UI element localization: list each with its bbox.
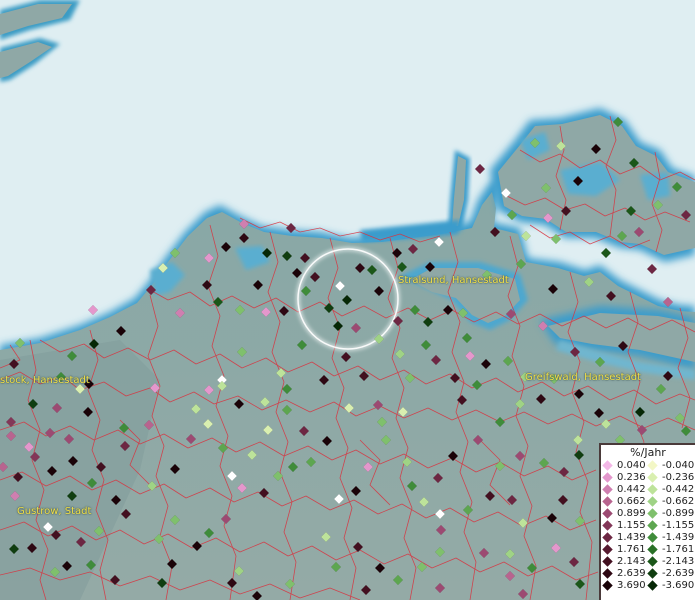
legend-swatch bbox=[647, 580, 658, 591]
legend-row: 0.040 -0.040 bbox=[601, 460, 695, 472]
city-label-greifswald: Greifswald, Hansestadt bbox=[525, 372, 641, 383]
legend-value: 0.040 bbox=[617, 460, 646, 471]
legend-swatch bbox=[647, 532, 658, 543]
legend-row: 1.761 -1.761 bbox=[601, 544, 695, 556]
legend-value: 2.639 bbox=[617, 568, 646, 579]
map-canvas[interactable] bbox=[0, 0, 695, 600]
city-label-guestrow: Gustrow, Stadt bbox=[17, 506, 92, 517]
city-label-stralsund: Stralsund, Hansestadt bbox=[398, 275, 509, 286]
legend-row: 2.143 -2.143 bbox=[601, 556, 695, 568]
legend-title: %/Jahr bbox=[630, 446, 666, 459]
legend-row: 0.442 -0.442 bbox=[601, 484, 695, 496]
legend-row: 0.899 -0.899 bbox=[601, 508, 695, 520]
legend-value: 0.662 bbox=[617, 496, 646, 507]
legend-value: 0.899 bbox=[617, 508, 646, 519]
legend-value: -0.662 bbox=[662, 496, 695, 507]
legend-value: -1.761 bbox=[662, 544, 695, 555]
legend-value: -0.442 bbox=[662, 484, 695, 495]
legend-swatch bbox=[602, 544, 613, 555]
legend-value: -2.143 bbox=[662, 556, 695, 567]
legend-value: 0.236 bbox=[617, 472, 646, 483]
legend-swatch bbox=[602, 520, 613, 531]
legend-swatch bbox=[647, 508, 658, 519]
legend-swatch bbox=[602, 556, 613, 567]
city-label-rostock: stock, Hansestadt bbox=[0, 375, 90, 386]
legend-value: -1.155 bbox=[662, 520, 695, 531]
legend-swatch bbox=[647, 496, 658, 507]
legend-row: 1.155 -1.155 bbox=[601, 520, 695, 532]
legend-value: -2.639 bbox=[662, 568, 695, 579]
legend-swatch bbox=[602, 484, 613, 495]
legend-swatch bbox=[602, 508, 613, 519]
legend-value: 3.690 bbox=[617, 580, 646, 591]
legend-swatch bbox=[602, 460, 613, 471]
legend-swatch bbox=[647, 556, 658, 567]
legend-value: -3.690 bbox=[662, 580, 695, 591]
legend-rows: 0.040 -0.040 0.236 -0.236 0.442 -0.442 0… bbox=[601, 460, 695, 592]
legend-swatch bbox=[602, 532, 613, 543]
legend-swatch bbox=[647, 544, 658, 555]
legend-swatch bbox=[647, 520, 658, 531]
legend-value: -0.040 bbox=[662, 460, 695, 471]
legend-swatch bbox=[602, 496, 613, 507]
legend-swatch bbox=[647, 568, 658, 579]
legend-swatch bbox=[647, 460, 658, 471]
legend-swatch bbox=[647, 484, 658, 495]
legend-value: -0.899 bbox=[662, 508, 695, 519]
legend-value: 1.439 bbox=[617, 532, 646, 543]
legend-swatch bbox=[602, 580, 613, 591]
legend-value: 0.442 bbox=[617, 484, 646, 495]
legend-row: 0.662 -0.662 bbox=[601, 496, 695, 508]
legend-value: -0.236 bbox=[662, 472, 695, 483]
legend-swatch bbox=[647, 472, 658, 483]
legend-value: 1.155 bbox=[617, 520, 646, 531]
legend-value: -1.439 bbox=[662, 532, 695, 543]
legend-swatch bbox=[602, 568, 613, 579]
legend-value: 1.761 bbox=[617, 544, 646, 555]
legend-row: 0.236 -0.236 bbox=[601, 472, 695, 484]
legend-value: 2.143 bbox=[617, 556, 646, 567]
legend-row: 2.639 -2.639 bbox=[601, 568, 695, 580]
legend-row: 3.690 -3.690 bbox=[601, 580, 695, 592]
legend-row: 1.439 -1.439 bbox=[601, 532, 695, 544]
legend-swatch bbox=[602, 472, 613, 483]
map-legend: %/Jahr 0.040 -0.040 0.236 -0.236 0.442 -… bbox=[599, 443, 695, 600]
